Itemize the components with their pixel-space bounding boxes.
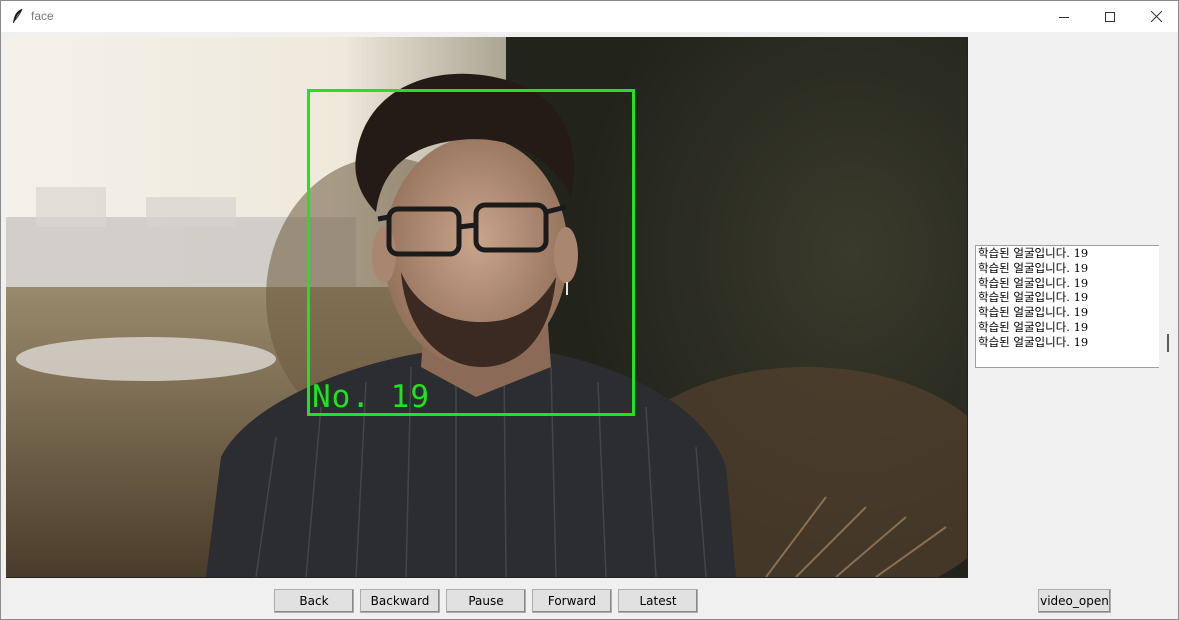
maximize-button[interactable] xyxy=(1087,1,1133,32)
log-line: 학습된 얼굴입니다. 19 xyxy=(978,305,1089,320)
title-bar[interactable]: face xyxy=(1,1,1178,32)
pause-button[interactable]: Pause xyxy=(446,589,526,613)
maximize-icon xyxy=(1105,11,1115,22)
log-scrollbar[interactable] xyxy=(1167,334,1169,352)
log-line: 학습된 얼굴입니다. 19 xyxy=(978,260,1089,275)
log-line: 학습된 얼굴입니다. 19 xyxy=(978,275,1089,290)
back-button[interactable]: Back xyxy=(274,589,354,613)
face-detection-box xyxy=(307,89,635,416)
close-icon xyxy=(1150,11,1162,22)
video-open-button[interactable]: video_open xyxy=(1038,589,1111,613)
app-window: face No. 19 학습된 얼굴입니다. 19 학습된 얼굴입니다. 19 … xyxy=(0,0,1179,620)
log-line: 학습된 얼굴입니다. 19 xyxy=(978,246,1089,260)
latest-button[interactable]: Latest xyxy=(618,589,698,613)
detection-log-list[interactable]: 학습된 얼굴입니다. 19 학습된 얼굴입니다. 19 학습된 얼굴입니다. 1… xyxy=(975,245,1159,368)
log-line: 학습된 얼굴입니다. 19 xyxy=(978,334,1089,349)
close-button[interactable] xyxy=(1133,1,1179,32)
minimize-icon xyxy=(1059,16,1069,18)
log-line: 학습된 얼굴입니다. 19 xyxy=(978,290,1089,305)
minimize-button[interactable] xyxy=(1041,1,1087,32)
face-id-label: No. 19 xyxy=(312,379,430,415)
log-line: 학습된 얼굴입니다. 19 xyxy=(978,319,1089,334)
forward-button[interactable]: Forward xyxy=(532,589,612,613)
video-frame[interactable]: No. 19 xyxy=(6,37,968,578)
window-title: face xyxy=(31,9,54,23)
feather-icon xyxy=(11,8,25,24)
backward-button[interactable]: Backward xyxy=(360,589,440,613)
